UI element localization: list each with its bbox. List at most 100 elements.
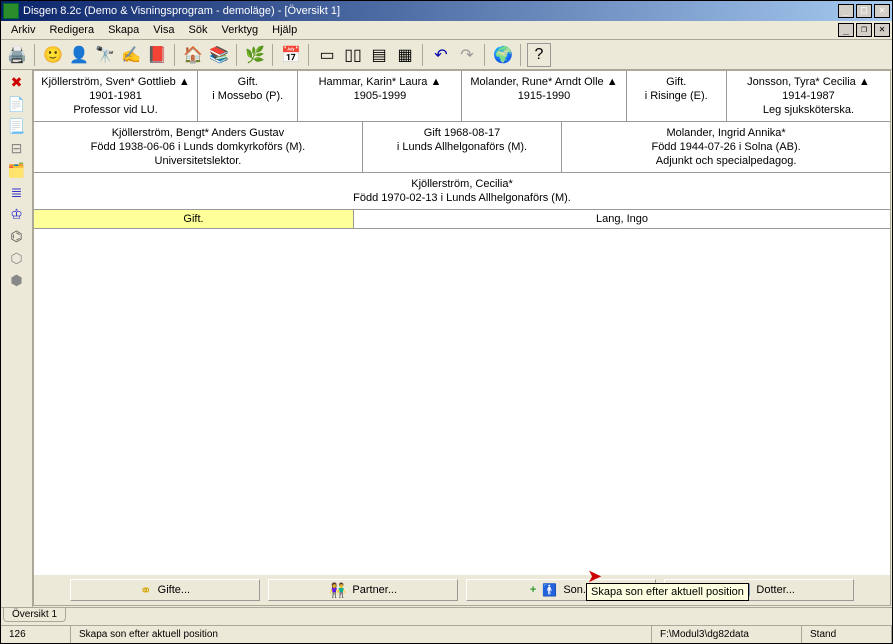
minimize-button[interactable]: _ bbox=[838, 4, 854, 18]
plus-icon: + bbox=[530, 584, 536, 596]
panel2-icon[interactable]: ▯▯ bbox=[341, 43, 365, 67]
relation-row: Gift. Lang, Ingo bbox=[34, 210, 890, 229]
doc-icon[interactable]: 📃 bbox=[7, 116, 27, 136]
p1-born: Född 1938-06-06 i Lunds domkyrkoförs (M)… bbox=[36, 140, 360, 154]
crown-icon[interactable]: ♔ bbox=[7, 204, 27, 224]
menu-hjalp[interactable]: Hjälp bbox=[266, 22, 303, 38]
empty-area bbox=[34, 229, 890, 575]
gp-cell-5[interactable]: Gift. i Risinge (E). bbox=[627, 71, 727, 121]
book-icon[interactable]: 📕 bbox=[145, 43, 169, 67]
gp1-name: Kjöllerström, Sven* Gottlieb ▲ bbox=[36, 75, 195, 89]
calendar-icon[interactable]: 📅 bbox=[279, 43, 303, 67]
doc-red-icon[interactable]: 📄 bbox=[7, 94, 27, 114]
p-cell-1[interactable]: Kjöllerström, Bengt* Anders Gustav Född … bbox=[34, 122, 363, 172]
gp-cell-4[interactable]: Molander, Rune* Arndt Olle ▲ 1915-1990 bbox=[462, 71, 626, 121]
p-cell-2[interactable]: Gift 1968-08-17 i Lunds Allhelgonaförs (… bbox=[363, 122, 562, 172]
p3-born: Född 1944-07-26 i Solna (AB). bbox=[564, 140, 888, 154]
gp1-title: Professor vid LU. bbox=[36, 103, 195, 117]
child-minimize-button[interactable]: _ bbox=[838, 23, 854, 37]
panel1-icon[interactable]: ▭ bbox=[315, 43, 339, 67]
relation-spouse[interactable]: Lang, Ingo bbox=[354, 210, 890, 228]
main-panel: Kjöllerström, Sven* Gottlieb ▲ 1901-1981… bbox=[33, 70, 891, 606]
poly-down-icon[interactable]: ⬢ bbox=[7, 270, 27, 290]
panel3-icon[interactable]: ▤ bbox=[367, 43, 391, 67]
print-icon[interactable]: 🖨️ bbox=[5, 43, 29, 67]
partner-button[interactable]: 👫 Partner... bbox=[268, 579, 458, 601]
rings-icon: ⚭ bbox=[140, 582, 152, 599]
p3-title: Adjunkt och specialpedagog. bbox=[564, 154, 888, 168]
gp3-name: Hammar, Karin* Laura ▲ bbox=[300, 75, 459, 89]
gp2-place: i Mossebo (P). bbox=[200, 89, 295, 103]
son-icon: 🚹 bbox=[542, 583, 557, 597]
edit-icon[interactable]: ✍️ bbox=[119, 43, 143, 67]
p-cell-3[interactable]: Molander, Ingrid Annika* Född 1944-07-26… bbox=[562, 122, 890, 172]
relation-type[interactable]: Gift. bbox=[34, 210, 354, 228]
undo-icon[interactable]: ↶ bbox=[429, 43, 453, 67]
close-x-icon[interactable]: ✖ bbox=[7, 72, 27, 92]
close-button[interactable]: ✕ bbox=[874, 4, 890, 18]
redo-icon[interactable]: ↷ bbox=[455, 43, 479, 67]
panel4-icon[interactable]: ▦ bbox=[393, 43, 417, 67]
gp6-name: Jonsson, Tyra* Cecilia ▲ bbox=[729, 75, 888, 89]
p2-place: i Lunds Allhelgonaförs (M). bbox=[365, 140, 559, 154]
center-born: Född 1970-02-13 i Lunds Allhelgonaförs (… bbox=[38, 191, 886, 205]
grandparent-row: Kjöllerström, Sven* Gottlieb ▲ 1901-1981… bbox=[34, 71, 890, 122]
toolbar: 🖨️ 🙂 👤 🔭 ✍️ 📕 🏠 📚 🌿 📅 ▭ ▯▯ ▤ ▦ ↶ ↷ 🌍 ? bbox=[1, 40, 892, 70]
books-icon[interactable]: 📚 bbox=[207, 43, 231, 67]
center-name: Kjöllerström, Cecilia* bbox=[38, 177, 886, 191]
gp6-title: Leg sjuksköterska. bbox=[729, 103, 888, 117]
binoculars-icon[interactable]: 🔭 bbox=[93, 43, 117, 67]
p3-name: Molander, Ingrid Annika* bbox=[564, 126, 888, 140]
child-restore-button[interactable]: ❐ bbox=[856, 23, 872, 37]
dotter-label: Dotter... bbox=[756, 584, 795, 596]
status-num: 126 bbox=[1, 626, 71, 643]
gp5-rel: Gift. bbox=[629, 75, 724, 89]
gp-cell-2[interactable]: Gift. i Mossebo (P). bbox=[198, 71, 298, 121]
person-icon[interactable]: 🙂 bbox=[41, 43, 65, 67]
gp-cell-1[interactable]: Kjöllerström, Sven* Gottlieb ▲ 1901-1981… bbox=[34, 71, 198, 121]
gifte-button[interactable]: ⚭ Gifte... bbox=[70, 579, 260, 601]
menu-redigera[interactable]: Redigera bbox=[43, 22, 100, 38]
bottom-buttons: ⚭ Gifte... 👫 Partner... + 🚹 Son... + 🚺 D… bbox=[34, 575, 890, 605]
gp5-place: i Risinge (E). bbox=[629, 89, 724, 103]
leaf-icon[interactable]: 🌿 bbox=[243, 43, 267, 67]
cursor-icon: ➤ bbox=[587, 566, 602, 587]
partner-label: Partner... bbox=[352, 584, 397, 596]
menu-sok[interactable]: Sök bbox=[183, 22, 214, 38]
menu-skapa[interactable]: Skapa bbox=[102, 22, 145, 38]
tree-h-icon[interactable]: ⊟ bbox=[7, 138, 27, 158]
tab-oversikt-1[interactable]: Översikt 1 bbox=[3, 608, 66, 622]
tooltip: Skapa son efter aktuell position bbox=[586, 583, 749, 601]
person-star-icon[interactable]: 👤 bbox=[67, 43, 91, 67]
status-path: F:\Modul3\dg82data bbox=[652, 626, 802, 643]
p1-name: Kjöllerström, Bengt* Anders Gustav bbox=[36, 126, 360, 140]
gp-cell-3[interactable]: Hammar, Karin* Laura ▲ 1905-1999 bbox=[298, 71, 462, 121]
partner-icon: 👫 bbox=[329, 582, 346, 599]
app-icon bbox=[3, 3, 19, 19]
gp6-years: 1914-1987 bbox=[729, 89, 888, 103]
gp-cell-6[interactable]: Jonsson, Tyra* Cecilia ▲ 1914-1987 Leg s… bbox=[727, 71, 890, 121]
globe-icon[interactable]: 🌍 bbox=[491, 43, 515, 67]
titlebar: Disgen 8.2c (Demo & Visningsprogram - de… bbox=[1, 1, 892, 21]
gp3-years: 1905-1999 bbox=[300, 89, 459, 103]
p1-title: Universitetslektor. bbox=[36, 154, 360, 168]
status-mode: Stand bbox=[802, 626, 892, 643]
help-icon[interactable]: ? bbox=[527, 43, 551, 67]
menu-verktyg[interactable]: Verktyg bbox=[215, 22, 264, 38]
gp2-rel: Gift. bbox=[200, 75, 295, 89]
home-icon[interactable]: 🏠 bbox=[181, 43, 205, 67]
sidebar: ✖ 📄 📃 ⊟ 🗂️ ≣ ♔ ⌬ ⬡ ⬢ bbox=[1, 70, 33, 607]
gp4-name: Molander, Rune* Arndt Olle ▲ bbox=[464, 75, 623, 89]
window-title: Disgen 8.2c (Demo & Visningsprogram - de… bbox=[23, 5, 838, 17]
gp4-years: 1915-1990 bbox=[464, 89, 623, 103]
poly-up-icon[interactable]: ⬡ bbox=[7, 248, 27, 268]
child-close-button[interactable]: ✕ bbox=[874, 23, 890, 37]
org-icon[interactable]: ⌬ bbox=[7, 226, 27, 246]
layers-icon[interactable]: 🗂️ bbox=[7, 160, 27, 180]
bars-blue-icon[interactable]: ≣ bbox=[7, 182, 27, 202]
center-person[interactable]: Kjöllerström, Cecilia* Född 1970-02-13 i… bbox=[34, 173, 890, 210]
statusbar: 126 Skapa son efter aktuell position F:\… bbox=[1, 625, 892, 643]
maximize-button[interactable]: □ bbox=[856, 4, 872, 18]
menu-visa[interactable]: Visa bbox=[147, 22, 180, 38]
menu-arkiv[interactable]: Arkiv bbox=[5, 22, 41, 38]
